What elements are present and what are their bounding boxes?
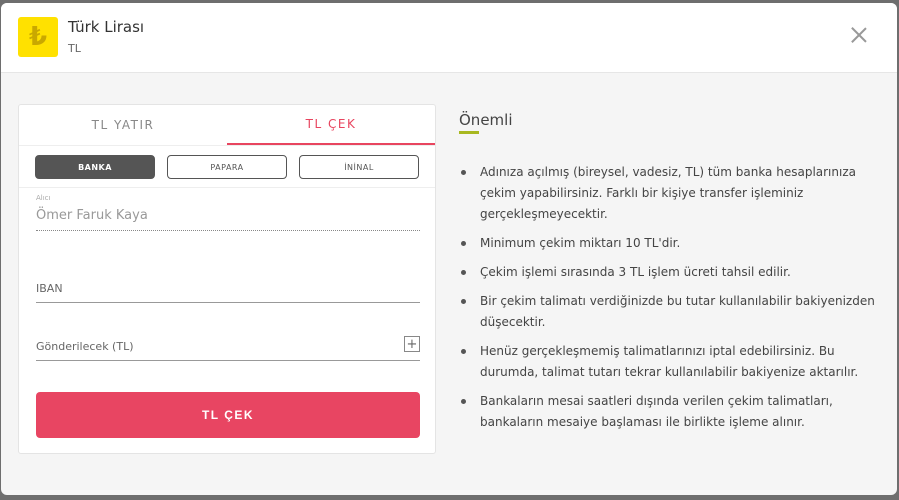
method-selector: BANKA PAPARA İNİNAL [19,145,435,188]
withdraw-card: TL YATIR TL ÇEK BANKA PAPARA İNİNAL Alıc… [18,104,436,454]
list-item: Bir çekim talimatı verdiğinizde bu tutar… [459,291,879,333]
iban-input[interactable]: IBAN [36,282,420,303]
info-list: Adınıza açılmış (bireysel, vadesiz, TL) … [459,162,879,433]
amount-placeholder: Gönderilecek (TL) [36,340,134,353]
amount-input[interactable]: Gönderilecek (TL) + [36,336,420,361]
close-icon[interactable] [851,27,867,43]
list-item: Çekim işlemi sırasında 3 TL işlem ücreti… [459,262,879,283]
tab-tl-deposit[interactable]: TL YATIR [19,105,227,145]
list-item: Adınıza açılmış (bireysel, vadesiz, TL) … [459,162,879,225]
recipient-value: Ömer Faruk Kaya [36,208,420,231]
recipient-field[interactable]: Alıcı Ömer Faruk Kaya [36,194,420,231]
info-title: Önemli [459,111,513,134]
currency-modal: ₺ Türk Lirası TL TL YATIR TL ÇEK BANKA P… [1,3,897,495]
tab-bar: TL YATIR TL ÇEK [19,105,435,145]
modal-title: Türk Lirası [68,18,145,36]
turkish-lira-icon: ₺ [18,17,58,57]
modal-header: ₺ Türk Lirası TL [1,3,897,73]
modal-subtitle: TL [68,42,81,55]
iban-field[interactable]: IBAN [36,282,420,303]
method-bank-button[interactable]: BANKA [35,155,155,179]
method-ininal-button[interactable]: İNİNAL [299,155,419,179]
list-item: Henüz gerçekleşmemiş talimatlarınızı ipt… [459,341,879,383]
list-item: Minimum çekim miktarı 10 TL'dir. [459,233,879,254]
info-panel: Önemli Adınıza açılmış (bireysel, vadesi… [459,110,879,441]
amount-field[interactable]: Gönderilecek (TL) + [36,336,420,361]
tab-tl-withdraw[interactable]: TL ÇEK [227,105,435,145]
withdraw-submit-button[interactable]: TL ÇEK [36,392,420,438]
method-papara-button[interactable]: PAPARA [167,155,287,179]
recipient-label: Alıcı [36,194,51,202]
list-item: Bankaların mesai saatleri dışında verile… [459,391,879,433]
plus-icon[interactable]: + [404,336,420,352]
